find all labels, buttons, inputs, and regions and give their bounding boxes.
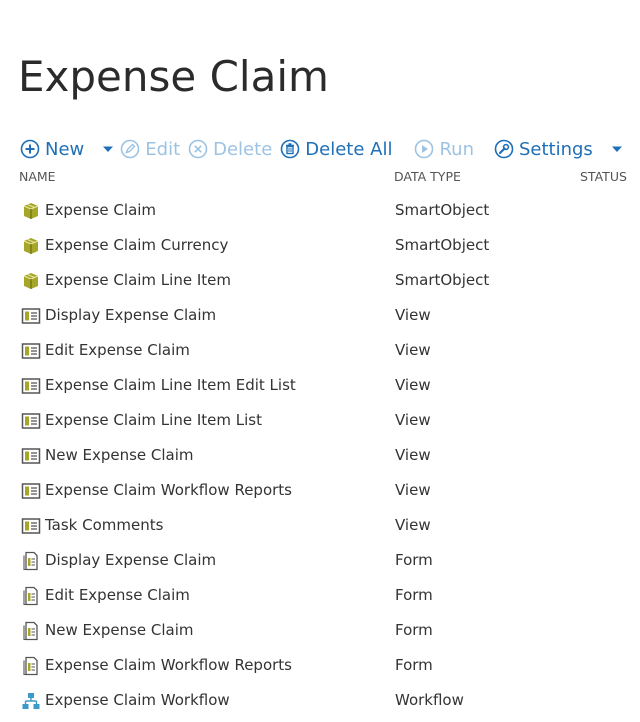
item-name[interactable]: Expense Claim Workflow Reports bbox=[45, 481, 292, 499]
caret-down-icon bbox=[102, 145, 114, 153]
item-name[interactable]: Expense Claim bbox=[45, 201, 156, 219]
item-name[interactable]: Display Expense Claim bbox=[45, 551, 216, 569]
caret-down-icon bbox=[611, 145, 623, 153]
item-data-type: Form bbox=[395, 586, 433, 604]
category-page: Expense Claim New Edit Delete Delete All… bbox=[0, 0, 640, 722]
delete-button-label: Delete bbox=[213, 138, 273, 160]
new-dropdown-toggle[interactable] bbox=[102, 145, 114, 153]
item-data-type: View bbox=[395, 411, 431, 429]
item-data-type: Form bbox=[395, 656, 433, 674]
list-item[interactable]: Display Expense Claim Form bbox=[0, 543, 640, 578]
view-icon bbox=[21, 306, 41, 326]
form-icon bbox=[21, 551, 41, 571]
list-item[interactable]: New Expense Claim View bbox=[0, 438, 640, 473]
plus-circle-icon bbox=[20, 139, 40, 159]
smartobject-icon bbox=[21, 236, 41, 256]
item-name[interactable]: Edit Expense Claim bbox=[45, 341, 190, 359]
delete-all-button-label: Delete All bbox=[305, 138, 393, 160]
view-icon bbox=[21, 516, 41, 536]
item-data-type: View bbox=[395, 306, 431, 324]
item-data-type: View bbox=[395, 481, 431, 499]
smartobject-icon bbox=[21, 201, 41, 221]
settings-button-label: Settings bbox=[518, 138, 593, 160]
list-item[interactable]: Expense Claim Line Item SmartObject bbox=[0, 263, 640, 298]
run-button[interactable]: Run bbox=[414, 139, 474, 160]
workflow-icon bbox=[21, 691, 41, 711]
view-icon bbox=[21, 446, 41, 466]
edit-button-label: Edit bbox=[145, 138, 181, 160]
page-title: Expense Claim bbox=[18, 52, 329, 101]
column-header-name[interactable]: NAME bbox=[19, 169, 56, 184]
close-circle-icon bbox=[188, 139, 208, 159]
view-icon bbox=[21, 376, 41, 396]
list-item[interactable]: Expense Claim Line Item List View bbox=[0, 403, 640, 438]
item-data-type: Form bbox=[395, 551, 433, 569]
delete-all-button[interactable]: Delete All bbox=[280, 139, 392, 160]
item-data-type: Workflow bbox=[395, 691, 464, 709]
toolbar: New Edit Delete Delete All Run Settings bbox=[20, 136, 629, 162]
item-name[interactable]: Task Comments bbox=[45, 516, 163, 534]
item-data-type: View bbox=[395, 341, 431, 359]
form-icon bbox=[21, 656, 41, 676]
item-data-type: View bbox=[395, 446, 431, 464]
item-data-type: View bbox=[395, 516, 431, 534]
item-name[interactable]: New Expense Claim bbox=[45, 621, 194, 639]
list-item[interactable]: Edit Expense Claim Form bbox=[0, 578, 640, 613]
list-item[interactable]: Edit Expense Claim View bbox=[0, 333, 640, 368]
list-item[interactable]: Expense Claim SmartObject bbox=[0, 193, 640, 228]
list-item[interactable]: Display Expense Claim View bbox=[0, 298, 640, 333]
list-item[interactable]: Expense Claim Currency SmartObject bbox=[0, 228, 640, 263]
new-button-label: New bbox=[45, 138, 85, 160]
edit-pencil-icon bbox=[120, 139, 140, 159]
form-icon bbox=[21, 621, 41, 641]
item-name[interactable]: New Expense Claim bbox=[45, 446, 194, 464]
item-name[interactable]: Expense Claim Line Item bbox=[45, 271, 231, 289]
list-item[interactable]: Expense Claim Workflow Reports Form bbox=[0, 648, 640, 683]
item-data-type: SmartObject bbox=[395, 236, 490, 254]
item-name[interactable]: Expense Claim Workflow Reports bbox=[45, 656, 292, 674]
column-header-status[interactable]: STATUS bbox=[580, 169, 627, 184]
trash-circle-icon bbox=[280, 139, 300, 159]
list-item[interactable]: Expense Claim Workflow Workflow bbox=[0, 683, 640, 718]
item-name[interactable]: Edit Expense Claim bbox=[45, 586, 190, 604]
column-headers: NAME DATA TYPE STATUS bbox=[0, 169, 640, 185]
list-item[interactable]: Expense Claim Line Item Edit List View bbox=[0, 368, 640, 403]
item-data-type: SmartObject bbox=[395, 201, 490, 219]
smartobject-icon bbox=[21, 271, 41, 291]
item-data-type: SmartObject bbox=[395, 271, 490, 289]
item-data-type: Form bbox=[395, 621, 433, 639]
form-icon bbox=[21, 586, 41, 606]
wrench-circle-icon bbox=[494, 139, 514, 159]
edit-button[interactable]: Edit bbox=[120, 139, 180, 160]
item-name[interactable]: Expense Claim Currency bbox=[45, 236, 228, 254]
item-name[interactable]: Expense Claim Line Item List bbox=[45, 411, 262, 429]
item-list: Expense Claim SmartObject Expense Claim Cu… bbox=[0, 193, 640, 718]
delete-button[interactable]: Delete bbox=[188, 139, 272, 160]
settings-button[interactable]: Settings bbox=[494, 139, 593, 160]
list-item[interactable]: Expense Claim Workflow Reports View bbox=[0, 473, 640, 508]
view-icon bbox=[21, 341, 41, 361]
new-button[interactable]: New bbox=[20, 139, 84, 160]
list-item[interactable]: New Expense Claim Form bbox=[0, 613, 640, 648]
item-data-type: View bbox=[395, 376, 431, 394]
item-name[interactable]: Display Expense Claim bbox=[45, 306, 216, 324]
view-icon bbox=[21, 481, 41, 501]
item-name[interactable]: Expense Claim Line Item Edit List bbox=[45, 376, 296, 394]
run-button-label: Run bbox=[439, 138, 474, 160]
view-icon bbox=[21, 411, 41, 431]
item-name[interactable]: Expense Claim Workflow bbox=[45, 691, 230, 709]
play-circle-icon bbox=[414, 139, 434, 159]
settings-dropdown-toggle[interactable] bbox=[611, 145, 623, 153]
column-header-data-type[interactable]: DATA TYPE bbox=[394, 169, 461, 184]
list-item[interactable]: Task Comments View bbox=[0, 508, 640, 543]
